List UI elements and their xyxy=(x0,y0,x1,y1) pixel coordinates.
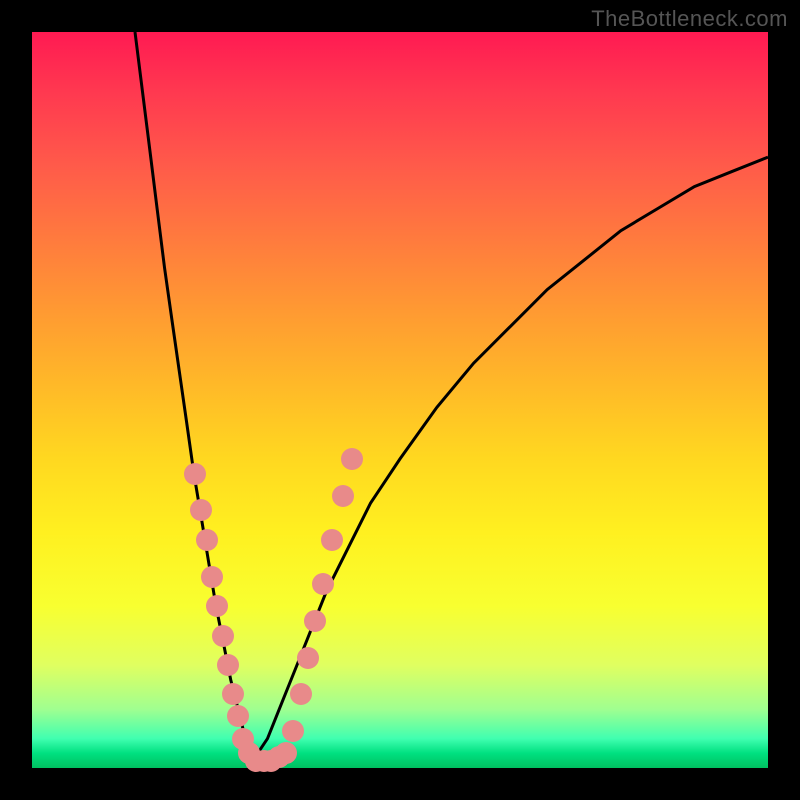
watermark-label: TheBottleneck.com xyxy=(591,6,788,32)
highlight-dot-right-1 xyxy=(290,683,312,705)
highlight-dot-left-0 xyxy=(184,463,206,485)
highlight-dot-right-3 xyxy=(304,610,326,632)
highlight-dot-left-1 xyxy=(190,499,212,521)
highlight-dot-right-2 xyxy=(297,647,319,669)
highlight-dot-left-4 xyxy=(206,595,228,617)
highlight-dot-left-6 xyxy=(217,654,239,676)
curve-right-branch xyxy=(253,157,768,761)
curve-left-branch xyxy=(135,32,253,761)
chart-plot-area xyxy=(32,32,768,768)
highlight-dot-left-8 xyxy=(227,705,249,727)
highlight-dot-right-4 xyxy=(312,573,334,595)
highlight-dot-left-3 xyxy=(201,566,223,588)
highlight-dot-right-6 xyxy=(332,485,354,507)
highlight-dot-left-5 xyxy=(212,625,234,647)
highlight-dot-right-7 xyxy=(341,448,363,470)
highlight-dot-left-2 xyxy=(196,529,218,551)
highlight-dot-right-5 xyxy=(321,529,343,551)
highlight-dot-bottom-4 xyxy=(275,742,297,764)
highlight-dot-right-0 xyxy=(282,720,304,742)
chart-curves xyxy=(32,32,768,768)
highlight-dot-left-7 xyxy=(222,683,244,705)
